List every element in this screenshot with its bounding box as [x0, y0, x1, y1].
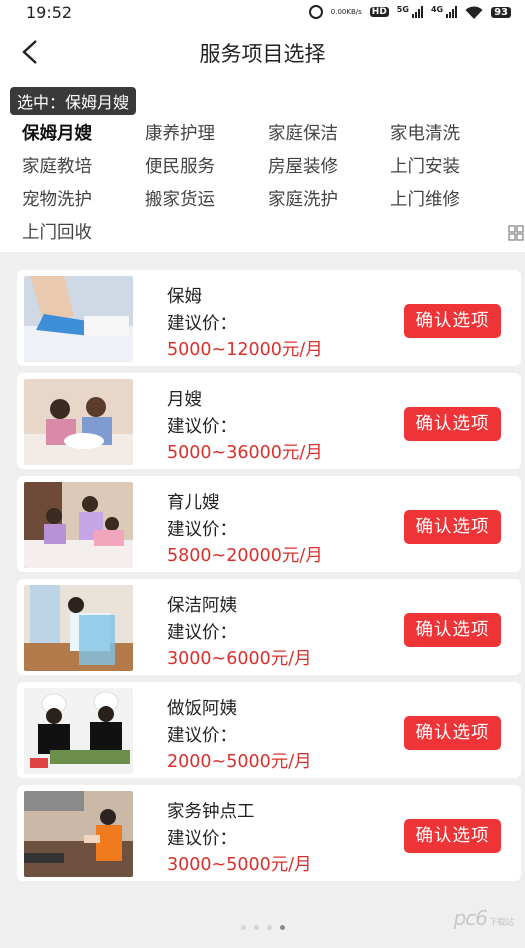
page-dot: [253, 925, 259, 930]
page-dot: [240, 925, 246, 930]
price-label: 建议价：: [167, 520, 237, 540]
service-name: 保姆: [167, 287, 202, 307]
category-item-9[interactable]: 搬家货运: [145, 186, 215, 211]
category-item-3[interactable]: 家电清洗: [390, 120, 460, 145]
service-name: 家务钟点工: [167, 802, 255, 822]
page-dot: [266, 925, 272, 930]
service-image-cook: [24, 688, 133, 774]
network-4g-label: 4G: [430, 5, 444, 14]
page-dot-active: [279, 925, 285, 930]
service-name: 月嫂: [167, 390, 202, 410]
confirm-button[interactable]: 确认选项: [404, 304, 501, 338]
service-card: 保洁阿姨 建议价： 3000~6000元/月 确认选项: [17, 579, 521, 675]
price-label: 建议价：: [167, 417, 237, 437]
service-card: 育儿嫂 建议价： 5800~20000元/月 确认选项: [17, 476, 521, 572]
category-item-6[interactable]: 房屋装修: [268, 153, 338, 178]
service-image-nanny: [24, 276, 133, 362]
service-name: 做饭阿姨: [167, 699, 237, 719]
net-speed-value: 0.00: [330, 7, 347, 16]
watermark: pc6 下载站: [453, 906, 514, 930]
hd-icon: HD: [369, 7, 389, 17]
price-label: 建议价：: [167, 623, 237, 643]
category-panel: 选中：保姆月嫂 保姆月嫂 康养护理 家庭保洁 家电清洗 家庭教培 便民服务 房屋…: [0, 84, 525, 252]
status-time: 19:52: [26, 3, 73, 22]
service-price: 5000~36000元/月: [167, 443, 323, 463]
status-bar: 19:52 0.00 KB/s HD 5G 4G 93: [0, 0, 525, 26]
selected-tag: 选中：保姆月嫂: [10, 87, 137, 115]
service-image-hourly-worker: [24, 791, 133, 877]
confirm-button[interactable]: 确认选项: [404, 716, 501, 750]
category-item-1[interactable]: 康养护理: [145, 120, 215, 145]
net-speed-unit: KB/s: [346, 7, 362, 16]
signal-icon-2: [446, 6, 458, 18]
category-item-2[interactable]: 家庭保洁: [268, 120, 338, 145]
confirm-button[interactable]: 确认选项: [404, 613, 501, 647]
service-price: 5800~20000元/月: [167, 546, 323, 566]
service-name: 保洁阿姨: [167, 596, 237, 616]
service-name: 育儿嫂: [167, 493, 220, 513]
price-label: 建议价：: [167, 829, 237, 849]
watermark-sub: 下载站: [488, 918, 514, 928]
alarm-icon: [308, 5, 323, 19]
price-label: 建议价：: [167, 726, 237, 746]
signal-icon: [411, 6, 423, 18]
category-item-4[interactable]: 家庭教培: [22, 153, 92, 178]
service-card: 做饭阿姨 建议价： 2000~5000元/月 确认选项: [17, 682, 521, 778]
service-card: 月嫂 建议价： 5000~36000元/月 确认选项: [17, 373, 521, 469]
grid-view-icon[interactable]: [508, 225, 524, 241]
status-icons: 0.00 KB/s HD 5G 4G 93: [308, 5, 511, 19]
category-item-5[interactable]: 便民服务: [145, 153, 215, 178]
wifi-icon: [465, 5, 483, 19]
net-speed: 0.00 KB/s: [330, 7, 362, 16]
service-image-maternity-nurse: [24, 379, 133, 465]
confirm-button[interactable]: 确认选项: [404, 510, 501, 544]
page-indicator: [0, 925, 525, 930]
service-price: 3000~5000元/月: [167, 855, 312, 875]
app-header: 服务项目选择: [0, 26, 525, 84]
price-label: 建议价：: [167, 314, 237, 334]
category-item-11[interactable]: 上门维修: [390, 186, 460, 211]
service-price: 3000~6000元/月: [167, 649, 312, 669]
watermark-text: pc6: [453, 906, 488, 930]
service-price: 5000~12000元/月: [167, 340, 323, 360]
service-price: 2000~5000元/月: [167, 752, 312, 772]
category-item-8[interactable]: 宠物洗护: [22, 186, 92, 211]
network-5g-label: 5G: [396, 5, 409, 14]
confirm-button[interactable]: 确认选项: [404, 819, 501, 853]
category-item-0[interactable]: 保姆月嫂: [22, 120, 92, 145]
category-item-12[interactable]: 上门回收: [22, 219, 92, 244]
service-card: 家务钟点工 建议价： 3000~5000元/月 确认选项: [17, 785, 521, 881]
battery-icon: 93: [491, 6, 511, 18]
category-item-7[interactable]: 上门安装: [390, 153, 460, 178]
service-card: 保姆 建议价： 5000~12000元/月 确认选项: [17, 270, 521, 366]
service-image-childcare: [24, 482, 133, 568]
page-title: 服务项目选择: [199, 42, 326, 66]
category-item-10[interactable]: 家庭洗护: [268, 186, 338, 211]
service-image-cleaner: [24, 585, 133, 671]
confirm-button[interactable]: 确认选项: [404, 407, 501, 441]
